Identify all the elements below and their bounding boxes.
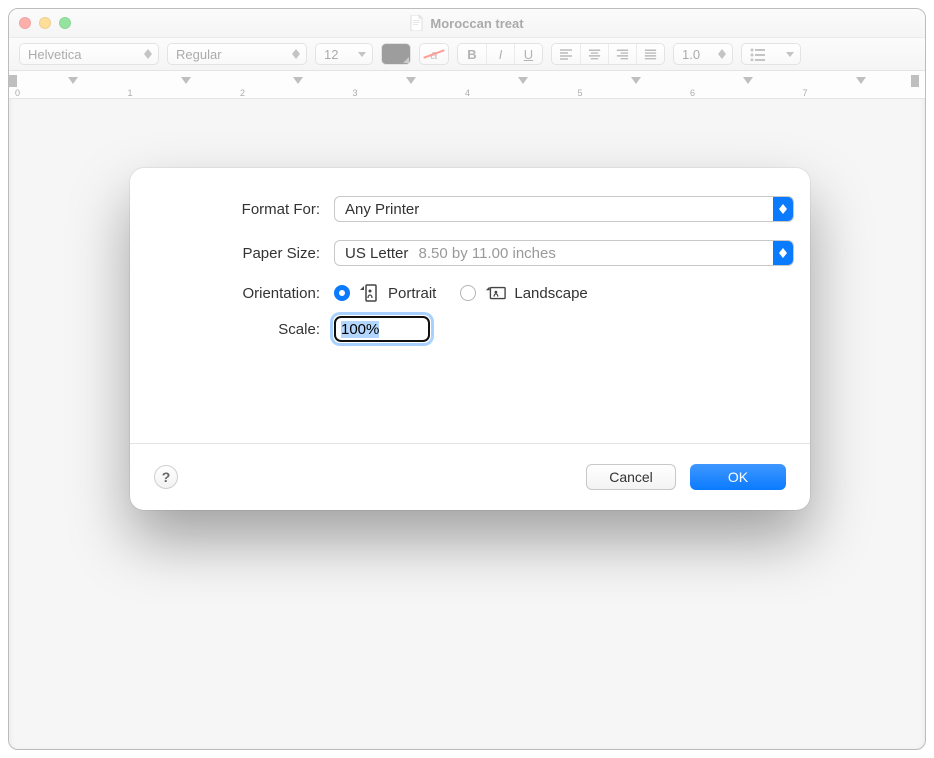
tab-stop-icon[interactable]: [856, 77, 866, 84]
window-title: Moroccan treat: [9, 9, 925, 37]
orientation-landscape-option[interactable]: Landscape: [460, 284, 587, 302]
tab-stop-icon[interactable]: [68, 77, 78, 84]
scale-row: Scale:: [160, 316, 780, 342]
help-button[interactable]: ?: [154, 465, 178, 489]
align-right-icon: [615, 46, 630, 62]
ruler-number: 0: [15, 88, 20, 98]
updown-icon: [716, 49, 728, 59]
ruler-number: 3: [353, 88, 358, 98]
scale-input[interactable]: [334, 316, 430, 342]
radio-selected-icon: [334, 285, 350, 301]
sheet-footer: ? Cancel OK: [130, 444, 810, 510]
align-justify-button[interactable]: [636, 44, 664, 64]
text-color-swatch[interactable]: [381, 43, 411, 65]
orientation-landscape-label: Landscape: [514, 285, 587, 302]
radio-unselected-icon: [460, 285, 476, 301]
align-left-icon: [558, 46, 574, 62]
font-family-popup[interactable]: Helvetica: [19, 43, 159, 65]
page-setup-sheet: Format For: Any Printer Paper Size: US L…: [130, 168, 810, 510]
orientation-row: Orientation: Portrait: [160, 284, 780, 302]
scale-label: Scale:: [160, 321, 320, 338]
popup-arrows-icon: [773, 197, 793, 221]
line-spacing-popup[interactable]: 1.0: [673, 43, 733, 65]
highlight-color-button[interactable]: a: [419, 43, 449, 65]
tab-stop-icon[interactable]: [181, 77, 191, 84]
ruler-number: 1: [128, 88, 133, 98]
chevron-down-icon: [356, 52, 368, 57]
tab-stop-icon[interactable]: [518, 77, 528, 84]
ruler-number: 2: [240, 88, 245, 98]
font-style-popup[interactable]: Regular: [167, 43, 307, 65]
ruler-number: 4: [465, 88, 470, 98]
orientation-portrait-label: Portrait: [388, 285, 436, 302]
chevron-down-icon: [784, 52, 796, 57]
ruler-number: 6: [690, 88, 695, 98]
left-margin-marker[interactable]: [9, 75, 17, 87]
zoom-button[interactable]: [59, 17, 71, 29]
paper-size-label: Paper Size:: [160, 245, 320, 262]
format-for-value: Any Printer: [345, 201, 419, 218]
italic-button[interactable]: I: [486, 44, 514, 64]
align-justify-icon: [643, 46, 658, 62]
format-toolbar: Helvetica Regular 12 a: [9, 37, 925, 71]
help-icon: ?: [162, 469, 171, 485]
ok-button[interactable]: OK: [690, 464, 786, 490]
cancel-button-label: Cancel: [609, 469, 653, 485]
align-left-button[interactable]: [552, 44, 580, 64]
line-spacing-value: 1.0: [682, 47, 700, 62]
sheet-body: Format For: Any Printer Paper Size: US L…: [130, 168, 810, 443]
text-align-segmented: [551, 43, 665, 65]
align-center-icon: [587, 46, 602, 62]
list-style-popup[interactable]: [741, 43, 801, 65]
paper-size-row: Paper Size: US Letter 8.50 by 11.00 inch…: [160, 240, 780, 266]
font-size-popup[interactable]: 12: [315, 43, 373, 65]
updown-icon: [290, 49, 302, 59]
disclosure-corner-icon: [403, 57, 409, 63]
list-icon: [750, 47, 766, 61]
window-title-text: Moroccan treat: [430, 16, 523, 31]
portrait-icon: [358, 284, 380, 302]
tab-stop-icon[interactable]: [631, 77, 641, 84]
format-for-label: Format For:: [160, 201, 320, 218]
orientation-options: Portrait Landscape: [334, 284, 780, 302]
ok-button-label: OK: [728, 469, 748, 485]
cancel-button[interactable]: Cancel: [586, 464, 676, 490]
bold-button[interactable]: B: [458, 44, 486, 64]
font-style-value: Regular: [176, 47, 222, 62]
tab-stop-icon[interactable]: [293, 77, 303, 84]
font-family-value: Helvetica: [28, 47, 81, 62]
paper-size-value: US Letter: [345, 245, 408, 262]
tab-stop-icon[interactable]: [406, 77, 416, 84]
close-button[interactable]: [19, 17, 31, 29]
updown-icon: [142, 49, 154, 59]
orientation-label: Orientation:: [160, 285, 320, 302]
ruler[interactable]: 0 1 2 3 4 5 6 7: [9, 71, 925, 99]
format-for-popup[interactable]: Any Printer: [334, 196, 794, 222]
ruler-number: 7: [803, 88, 808, 98]
format-for-row: Format For: Any Printer: [160, 196, 780, 222]
ruler-number: 5: [578, 88, 583, 98]
minimize-button[interactable]: [39, 17, 51, 29]
align-right-button[interactable]: [608, 44, 636, 64]
paper-size-popup[interactable]: US Letter 8.50 by 11.00 inches: [334, 240, 794, 266]
popup-arrows-icon: [773, 241, 793, 265]
right-margin-marker[interactable]: [911, 75, 919, 87]
orientation-portrait-option[interactable]: Portrait: [334, 284, 436, 302]
text-style-segmented: B I U: [457, 43, 543, 65]
traffic-lights: [19, 17, 71, 29]
align-center-button[interactable]: [580, 44, 608, 64]
tab-stop-icon[interactable]: [743, 77, 753, 84]
document-icon: [410, 15, 424, 31]
titlebar: Moroccan treat: [9, 9, 925, 37]
underline-button[interactable]: U: [514, 44, 542, 64]
landscape-icon: [484, 284, 506, 302]
paper-size-dimensions: 8.50 by 11.00 inches: [419, 245, 556, 262]
font-size-value: 12: [324, 47, 338, 62]
